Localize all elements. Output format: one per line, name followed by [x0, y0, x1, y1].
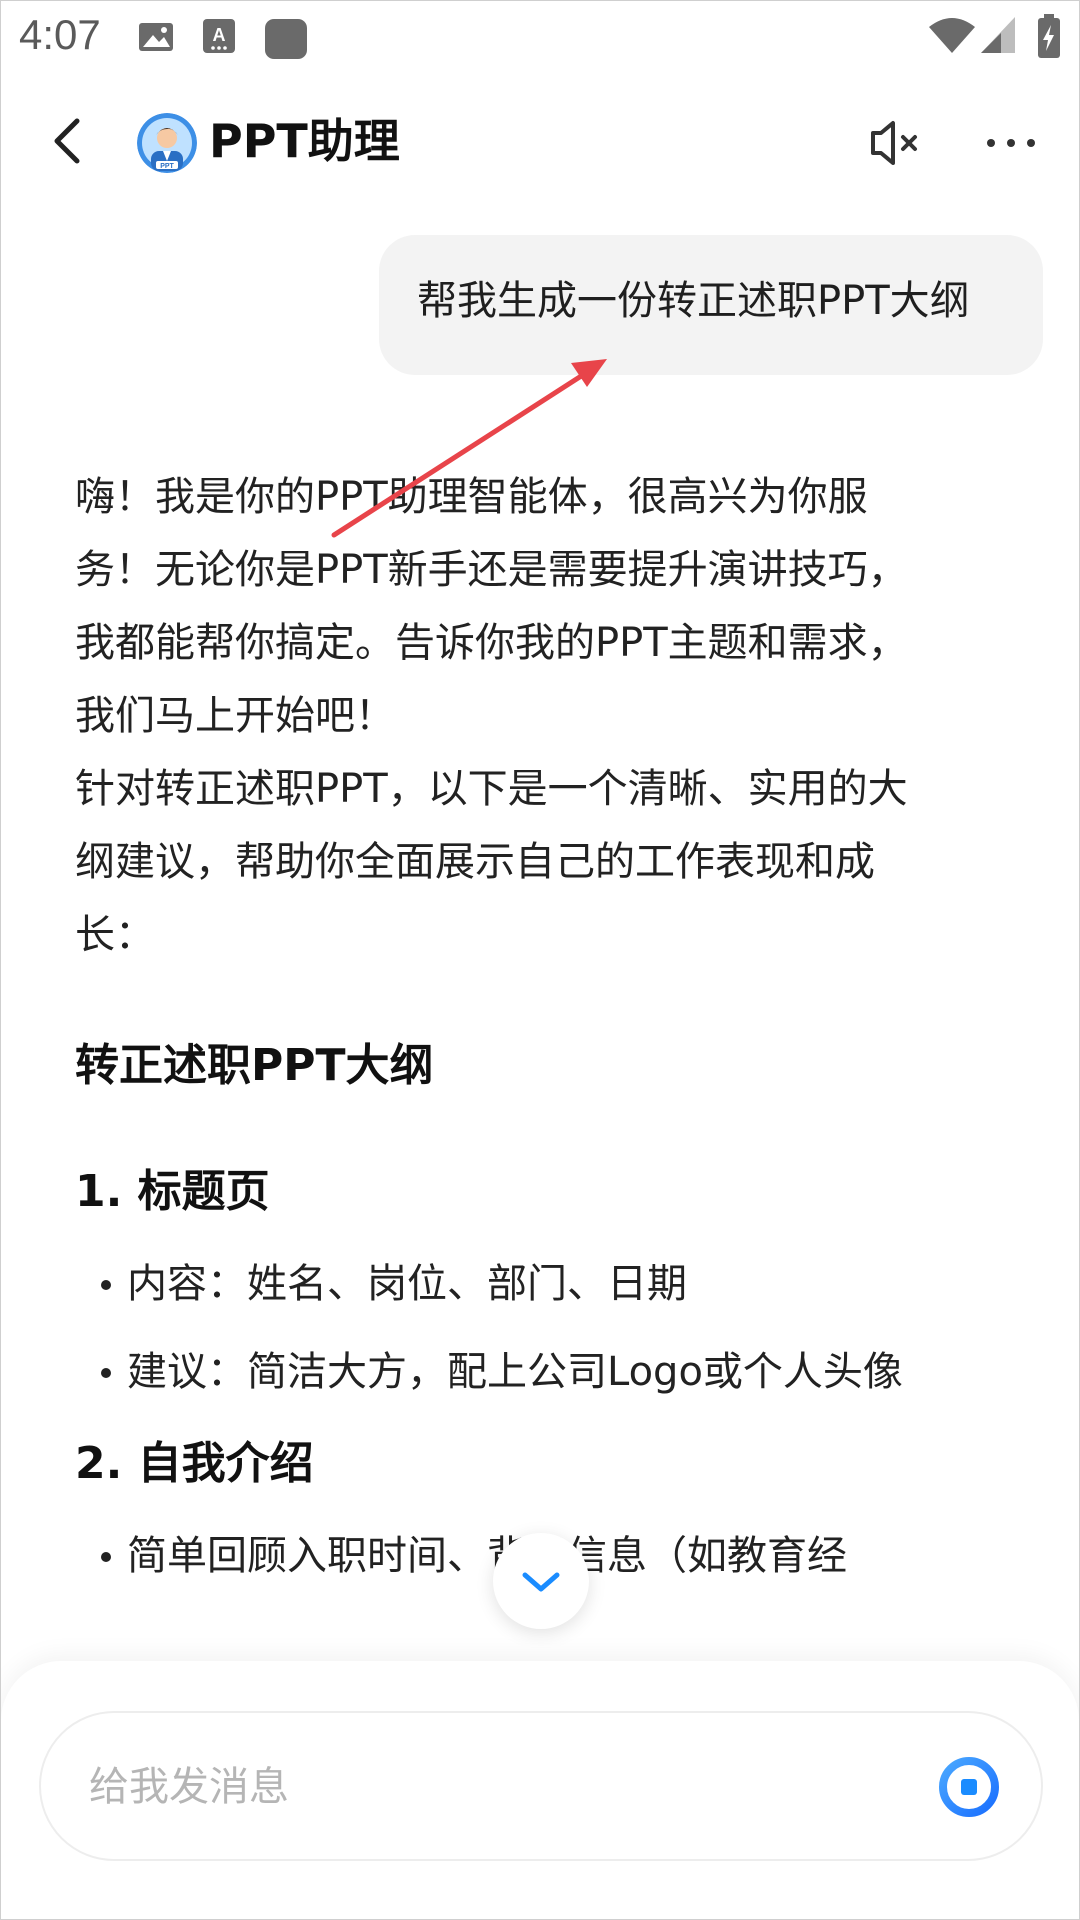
- message-input[interactable]: 给我发消息: [39, 1711, 1043, 1861]
- avatar-image: PPT: [137, 113, 197, 173]
- svg-text:A: A: [213, 25, 226, 45]
- app-square-icon: [265, 19, 307, 59]
- scroll-to-bottom-button[interactable]: [493, 1533, 589, 1629]
- bullet-item: 内容：姓名、岗位、部门、日期: [101, 1256, 995, 1312]
- more-dots-icon: [987, 139, 1035, 147]
- lead-line: 纲建议，帮助你全面展示自己的工作表现和成: [75, 839, 875, 885]
- intro-paragraph: 嗨！我是你的PPT助理智能体，很高兴为你服 务！无论你是PPT新手还是需要提升演…: [75, 461, 995, 753]
- image-icon: [139, 23, 173, 51]
- outline-heading: 转正述职PPT大纲: [75, 1040, 434, 1091]
- app-screen: 4:07 A PPT PPT助理 帮我生成一份转正述职PPT大纲 嗨！我是你的P…: [0, 0, 1080, 1920]
- user-message-bubble[interactable]: 帮我生成一份转正述职PPT大纲: [379, 235, 1043, 375]
- back-button[interactable]: [41, 113, 97, 169]
- wifi-icon: [929, 18, 975, 53]
- assistant-message: 嗨！我是你的PPT助理智能体，很高兴为你服 务！无论你是PPT新手还是需要提升演…: [75, 461, 995, 1616]
- intro-line: 嗨！我是你的PPT助理智能体，很高兴为你服: [75, 474, 868, 520]
- assistant-name: PPT助理: [209, 114, 400, 168]
- chevron-down-icon: [522, 1572, 560, 1592]
- voice-input-button[interactable]: [937, 1755, 1001, 1819]
- voice-input-icon: [939, 1757, 999, 1817]
- battery-charging-icon: [1038, 14, 1060, 58]
- speaker-mute-icon: [871, 121, 917, 165]
- signal-icon: [981, 17, 1015, 53]
- section-heading: 1. 标题页: [75, 1166, 270, 1217]
- status-time: 4:07: [19, 11, 101, 58]
- chevron-left-icon: [54, 118, 80, 164]
- assistant-avatar[interactable]: PPT: [137, 113, 197, 173]
- lead-line: 针对转正述职PPT，以下是一个清晰、实用的大: [75, 766, 908, 812]
- section-bullets: 内容：姓名、岗位、部门、日期 建议：简洁大方，配上公司Logo或个人头像: [75, 1256, 995, 1400]
- message-input-placeholder: 给我发消息: [89, 1764, 289, 1810]
- more-button[interactable]: [981, 115, 1041, 171]
- svg-text:PPT: PPT: [160, 163, 174, 170]
- composer-panel: 给我发消息: [1, 1661, 1079, 1919]
- lead-line: 长：: [75, 912, 155, 958]
- intro-line: 我们马上开始吧！: [75, 693, 395, 739]
- user-message-text: 帮我生成一份转正述职PPT大纲: [417, 278, 970, 324]
- bullet-item: 建议：简洁大方，配上公司Logo或个人头像: [101, 1344, 995, 1400]
- intro-line: 务！无论你是PPT新手还是需要提升演讲技巧，: [75, 547, 908, 593]
- chat-header: PPT PPT助理: [1, 91, 1079, 191]
- status-bar: 4:07 A: [1, 1, 1079, 77]
- text-recognition-icon: A: [203, 19, 235, 53]
- mute-button[interactable]: [867, 115, 927, 171]
- section-heading: 2. 自我介绍: [75, 1438, 314, 1489]
- intro-line: 我都能帮你搞定。告诉你我的PPT主题和需求，: [75, 620, 908, 666]
- lead-paragraph: 针对转正述职PPT，以下是一个清晰、实用的大 纲建议，帮助你全面展示自己的工作表…: [75, 753, 995, 972]
